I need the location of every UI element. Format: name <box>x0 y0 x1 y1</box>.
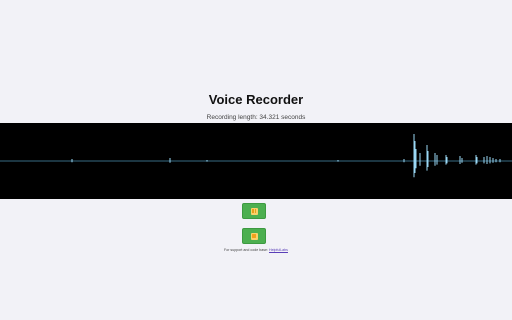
recording-length: Recording length: 34.321 seconds <box>206 114 306 121</box>
footer-link[interactable]: HelpfulLabs <box>269 248 288 252</box>
stop-icon <box>250 232 258 240</box>
footer: For support and code base: HelpfulLabs <box>0 248 512 252</box>
stop-button[interactable] <box>242 228 266 244</box>
waveform-svg <box>0 134 512 178</box>
page-title: Voice Recorder <box>208 92 304 107</box>
waveform-display <box>0 123 512 199</box>
pause-icon <box>250 207 258 215</box>
pause-button[interactable] <box>242 203 266 219</box>
footer-text: For support and code base: <box>224 248 269 252</box>
